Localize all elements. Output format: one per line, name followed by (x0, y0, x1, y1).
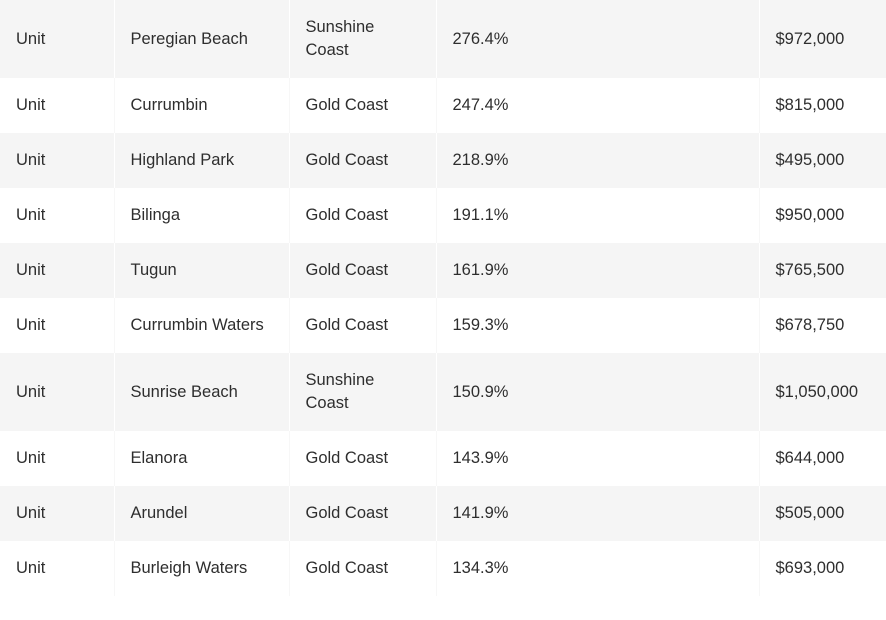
table-row: Unit Sunrise Beach Sunshine Coast 150.9% $1,… (0, 353, 886, 431)
cell-region: Gold Coast (289, 243, 437, 298)
cell-growth: 159.3% (436, 298, 760, 353)
cell-region: Gold Coast (289, 133, 437, 188)
table-row: Unit Currumbin Waters Gold Coast 159.3% $678… (0, 298, 886, 353)
cell-property-type: Unit (0, 133, 115, 188)
table-row: Unit Burleigh Waters Gold Coast 134.3% $693,… (0, 541, 886, 596)
property-growth-table: Unit Peregian Beach Sunshine Coast 276.4% $9… (0, 0, 886, 596)
cell-suburb: Peregian Beach (114, 0, 290, 78)
cell-median-price: $765,500 (759, 243, 886, 298)
cell-growth: 191.1% (436, 188, 760, 243)
table-row: Unit Elanora Gold Coast 143.9% $644,000 (0, 431, 886, 486)
cell-region: Sunshine Coast (289, 0, 437, 78)
cell-growth: 161.9% (436, 243, 760, 298)
cell-median-price: $815,000 (759, 78, 886, 133)
cell-suburb: Elanora (114, 431, 290, 486)
cell-growth: 247.4% (436, 78, 760, 133)
table-row: Unit Bilinga Gold Coast 191.1% $950,000 (0, 188, 886, 243)
cell-property-type: Unit (0, 188, 115, 243)
cell-suburb: Highland Park (114, 133, 290, 188)
cell-growth: 218.9% (436, 133, 760, 188)
cell-suburb: Currumbin Waters (114, 298, 290, 353)
cell-region: Gold Coast (289, 431, 437, 486)
cell-suburb: Sunrise Beach (114, 353, 290, 431)
cell-median-price: $644,000 (759, 431, 886, 486)
cell-growth: 143.9% (436, 431, 760, 486)
cell-growth: 141.9% (436, 486, 760, 541)
cell-suburb: Tugun (114, 243, 290, 298)
cell-property-type: Unit (0, 243, 115, 298)
cell-property-type: Unit (0, 78, 115, 133)
cell-suburb: Burleigh Waters (114, 541, 290, 596)
cell-region: Gold Coast (289, 486, 437, 541)
cell-property-type: Unit (0, 353, 115, 431)
table-row: Unit Arundel Gold Coast 141.9% $505,000 (0, 486, 886, 541)
cell-median-price: $678,750 (759, 298, 886, 353)
cell-suburb: Bilinga (114, 188, 290, 243)
cell-growth: 150.9% (436, 353, 760, 431)
cell-median-price: $505,000 (759, 486, 886, 541)
cell-property-type: Unit (0, 431, 115, 486)
table-row: Unit Highland Park Gold Coast 218.9% $495,00… (0, 133, 886, 188)
cell-region: Gold Coast (289, 78, 437, 133)
cell-suburb: Arundel (114, 486, 290, 541)
cell-property-type: Unit (0, 298, 115, 353)
table-row: Unit Tugun Gold Coast 161.9% $765,500 (0, 243, 886, 298)
cell-suburb: Currumbin (114, 78, 290, 133)
cell-region: Sunshine Coast (289, 353, 437, 431)
table-row: Unit Currumbin Gold Coast 247.4% $815,000 (0, 78, 886, 133)
cell-growth: 276.4% (436, 0, 760, 78)
cell-property-type: Unit (0, 486, 115, 541)
cell-region: Gold Coast (289, 541, 437, 596)
table-body: Unit Peregian Beach Sunshine Coast 276.4% $9… (0, 0, 886, 596)
cell-median-price: $1,050,000 (759, 353, 886, 431)
cell-median-price: $693,000 (759, 541, 886, 596)
cell-property-type: Unit (0, 541, 115, 596)
cell-growth: 134.3% (436, 541, 760, 596)
table-row: Unit Peregian Beach Sunshine Coast 276.4% $9… (0, 0, 886, 78)
cell-median-price: $495,000 (759, 133, 886, 188)
cell-region: Gold Coast (289, 298, 437, 353)
cell-median-price: $950,000 (759, 188, 886, 243)
cell-property-type: Unit (0, 0, 115, 78)
cell-median-price: $972,000 (759, 0, 886, 78)
cell-region: Gold Coast (289, 188, 437, 243)
